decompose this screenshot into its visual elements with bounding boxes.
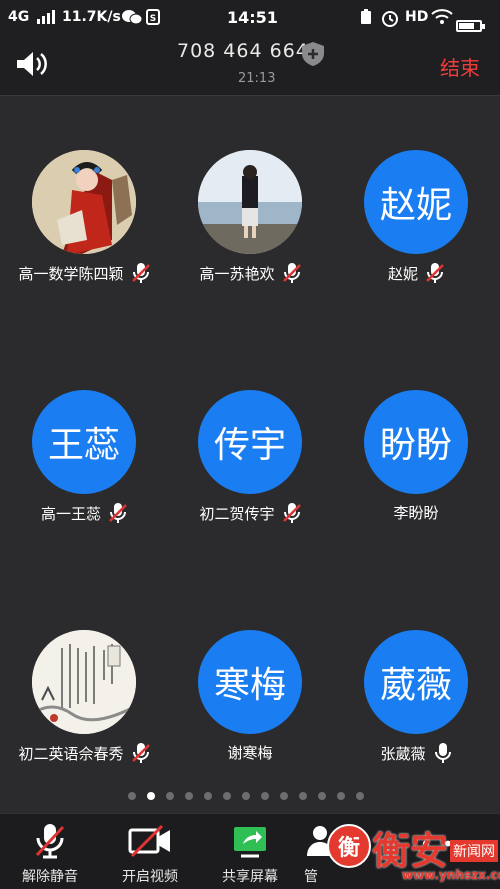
participant-name: 初二贺传宇 <box>199 504 275 523</box>
name-row: 初二贺传宇 <box>170 502 330 524</box>
avatar-initials: 盼盼 <box>379 425 452 466</box>
mic-muted-icon <box>131 743 150 763</box>
page-dot[interactable] <box>166 792 174 800</box>
network-type: 4G <box>8 9 30 25</box>
avatar <box>32 150 136 254</box>
name-row: 张葳薇 <box>336 742 496 764</box>
participant-name: 赵妮 <box>387 264 418 283</box>
page-dot[interactable] <box>147 792 155 800</box>
wifi-icon <box>431 9 453 29</box>
participant-tile[interactable]: 赵妮 赵妮 <box>336 150 496 320</box>
sim-icon: S <box>146 9 160 29</box>
share-screen-label: 共享屏幕 <box>222 869 278 885</box>
participant-tile[interactable]: 高一苏艳欢 <box>170 150 330 320</box>
wechat-icon <box>121 9 143 29</box>
watermark-title: 衡安 <box>372 828 449 873</box>
avatar-initials: 传宇 <box>213 425 286 466</box>
mic-muted-icon <box>131 263 150 283</box>
svg-text:S: S <box>150 14 156 24</box>
alarm-icon <box>381 9 399 31</box>
name-row: 高一王蕊 <box>4 502 164 524</box>
participant-name: 张葳薇 <box>380 744 426 763</box>
share-screen-button[interactable]: 共享屏幕 <box>200 822 300 886</box>
page-dot[interactable] <box>261 792 269 800</box>
participant-name: 李盼盼 <box>393 504 439 522</box>
unmute-label: 解除静音 <box>22 869 78 885</box>
page-dot[interactable] <box>280 792 288 800</box>
mic-on-icon <box>434 743 451 763</box>
video-off-icon <box>128 824 170 858</box>
meeting-header: 708 464 664 21:13 结束 <box>0 34 500 96</box>
page-dot[interactable] <box>223 792 231 800</box>
mic-muted-icon <box>426 263 444 283</box>
page-dot[interactable] <box>185 792 193 800</box>
participant-name: 初二英语佘春秀 <box>18 744 124 763</box>
participant-tile[interactable]: 王蕊 高一王蕊 <box>4 390 164 560</box>
watermark-url: www.ynhszx.com <box>402 868 500 882</box>
hd-label: HD <box>405 9 429 25</box>
mic-muted-icon <box>282 263 301 283</box>
watermark-seal: 衡 <box>327 824 371 868</box>
start-video-label: 开启视频 <box>122 869 178 885</box>
page-dot[interactable] <box>318 792 326 800</box>
avatar: 赵妮 <box>364 150 468 254</box>
meeting-id[interactable]: 708 464 664 <box>177 40 309 62</box>
participant-name: 高一王蕊 <box>40 504 101 523</box>
opera-photo-avatar <box>32 150 136 254</box>
page-dot[interactable] <box>128 792 136 800</box>
avatar-initials: 葳薇 <box>379 665 452 706</box>
name-row: 初二英语佘春秀 <box>4 742 164 764</box>
page-dot[interactable] <box>242 792 250 800</box>
news-site-watermark: 衡 衡安 新闻网 www.ynhszx.com <box>322 822 500 889</box>
avatar: 传宇 <box>198 390 302 494</box>
mic-muted-icon <box>109 503 127 523</box>
start-video-button[interactable]: 开启视频 <box>100 822 200 886</box>
avatar-initials: 赵妮 <box>379 185 452 226</box>
watermark-news: 新闻网 <box>450 840 498 862</box>
page-dot[interactable] <box>337 792 345 800</box>
mic-muted-icon <box>35 824 65 859</box>
page-dot[interactable] <box>356 792 364 800</box>
avatar <box>198 150 302 254</box>
page-indicator[interactable] <box>128 792 364 800</box>
meeting-duration: 21:13 <box>238 71 276 86</box>
share-screen-icon <box>234 827 266 858</box>
participant-name: 高一苏艳欢 <box>199 264 275 283</box>
sea-photo-avatar <box>198 150 302 254</box>
avatar: 葳薇 <box>364 630 468 734</box>
speaker-icon[interactable] <box>15 50 49 78</box>
name-row: 赵妮 <box>336 262 496 284</box>
participant-name: 高一数学陈四颖 <box>18 264 124 283</box>
avatar: 寒梅 <box>198 630 302 734</box>
avatar <box>32 630 136 734</box>
name-row: 高一数学陈四颖 <box>4 262 164 284</box>
avatar-initials: 王蕊 <box>47 425 120 466</box>
participant-tile[interactable]: 盼盼 李盼盼 <box>336 390 496 560</box>
participant-tile[interactable]: 初二英语佘春秀 <box>4 630 164 800</box>
page-dot[interactable] <box>204 792 212 800</box>
network-speed: 11.7K/s <box>62 9 121 25</box>
participant-tile[interactable]: 寒梅 谢寒梅 <box>170 630 330 800</box>
page-dot[interactable] <box>299 792 307 800</box>
signal-icon <box>36 10 56 28</box>
calligraphy-photo-avatar <box>32 630 136 734</box>
status-bar: 4G 11.7K/s S 14:51 HD <box>0 0 500 34</box>
unmute-button[interactable]: 解除静音 <box>0 822 100 886</box>
name-row: 高一苏艳欢 <box>170 262 330 284</box>
battery-saver-icon <box>360 9 372 29</box>
avatar: 王蕊 <box>32 390 136 494</box>
name-row: 李盼盼 <box>336 502 496 523</box>
participant-tile[interactable]: 传宇 初二贺传宇 <box>170 390 330 560</box>
avatar: 盼盼 <box>364 390 468 494</box>
shield-icon[interactable] <box>300 41 326 67</box>
avatar-initials: 寒梅 <box>213 665 286 706</box>
participant-tile[interactable]: 葳薇 张葳薇 <box>336 630 496 800</box>
end-button[interactable]: 结束 <box>440 52 480 81</box>
participant-name: 谢寒梅 <box>227 744 273 762</box>
mic-muted-icon <box>282 503 301 523</box>
clock-time: 14:51 <box>227 8 278 27</box>
participant-tile[interactable]: 高一数学陈四颖 <box>4 150 164 320</box>
name-row: 谢寒梅 <box>170 742 330 763</box>
